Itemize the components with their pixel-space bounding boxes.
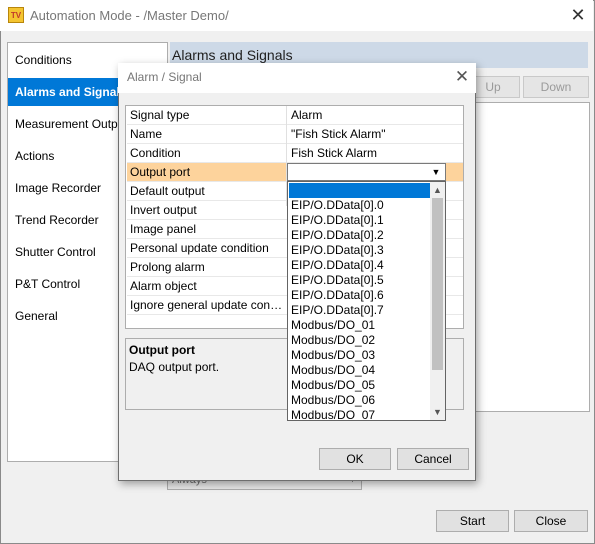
property-row-signal-type[interactable]: Signal type Alarm: [127, 106, 463, 125]
dropdown-option[interactable]: Modbus/DO_06: [289, 393, 431, 408]
property-name: Invert output: [130, 203, 197, 217]
dialog-close-icon[interactable]: ✕: [452, 67, 472, 87]
dropdown-option[interactable]: EIP/O.DData[0].5: [289, 273, 431, 288]
property-value: "Fish Stick Alarm": [291, 127, 386, 141]
property-name: Ignore general update conditions: [130, 298, 288, 312]
property-name: Image panel: [130, 222, 197, 236]
description-title: Output port: [129, 343, 195, 357]
app-icon: TV: [8, 7, 24, 23]
dropdown-option[interactable]: Modbus/DO_05: [289, 378, 431, 393]
property-name: Alarm object: [130, 279, 197, 293]
property-value: Alarm: [291, 108, 323, 122]
dropdown-option[interactable]: Modbus/DO_01: [289, 318, 431, 333]
ok-button[interactable]: OK: [319, 448, 391, 470]
output-port-select[interactable]: [287, 163, 446, 181]
dropdown-option[interactable]: EIP/O.DData[0].2: [289, 228, 431, 243]
scroll-up-icon[interactable]: ▲: [430, 182, 445, 198]
start-button[interactable]: Start: [436, 510, 509, 532]
close-icon[interactable]: ✕: [566, 4, 590, 26]
cancel-button[interactable]: Cancel: [397, 448, 469, 470]
dropdown-option[interactable]: EIP/O.DData[0].7: [289, 303, 431, 318]
property-row-condition[interactable]: Condition Fish Stick Alarm: [127, 144, 463, 163]
dropdown-option[interactable]: Modbus/DO_07: [289, 408, 431, 420]
property-name: Prolong alarm: [130, 260, 205, 274]
property-name: Condition: [130, 146, 181, 160]
dropdown-option[interactable]: EIP/O.DData[0].1: [289, 213, 431, 228]
chevron-down-icon[interactable]: ▼: [428, 165, 444, 179]
property-row-name[interactable]: Name "Fish Stick Alarm": [127, 125, 463, 144]
scrollbar-thumb[interactable]: [432, 198, 443, 370]
dropdown-option[interactable]: Modbus/DO_02: [289, 333, 431, 348]
close-button[interactable]: Close: [514, 510, 588, 532]
description-text: DAQ output port.: [129, 360, 220, 374]
property-name: Default output: [130, 184, 205, 198]
output-port-dropdown-list: EIP/O.DData[0].0 EIP/O.DData[0].1 EIP/O.…: [287, 181, 446, 421]
window-title: Automation Mode - /Master Demo/: [30, 8, 229, 23]
dropdown-option[interactable]: [289, 183, 431, 198]
dropdown-option[interactable]: Modbus/DO_03: [289, 348, 431, 363]
dropdown-option[interactable]: EIP/O.DData[0].3: [289, 243, 431, 258]
property-name: Signal type: [130, 108, 190, 122]
dropdown-option[interactable]: EIP/O.DData[0].0: [289, 198, 431, 213]
down-button[interactable]: Down: [523, 76, 589, 98]
property-name: Name: [130, 127, 163, 141]
property-name: Personal update condition: [130, 241, 269, 255]
dropdown-option[interactable]: EIP/O.DData[0].6: [289, 288, 431, 303]
dropdown-option[interactable]: EIP/O.DData[0].4: [289, 258, 431, 273]
property-name: Output port: [130, 165, 191, 179]
dropdown-option[interactable]: Modbus/DO_04: [289, 363, 431, 378]
signal-list[interactable]: [466, 102, 590, 412]
page-title: Alarms and Signals: [172, 47, 293, 63]
property-value: Fish Stick Alarm: [291, 146, 378, 160]
scroll-down-icon[interactable]: ▼: [430, 404, 445, 420]
dialog-title: Alarm / Signal: [127, 70, 202, 84]
